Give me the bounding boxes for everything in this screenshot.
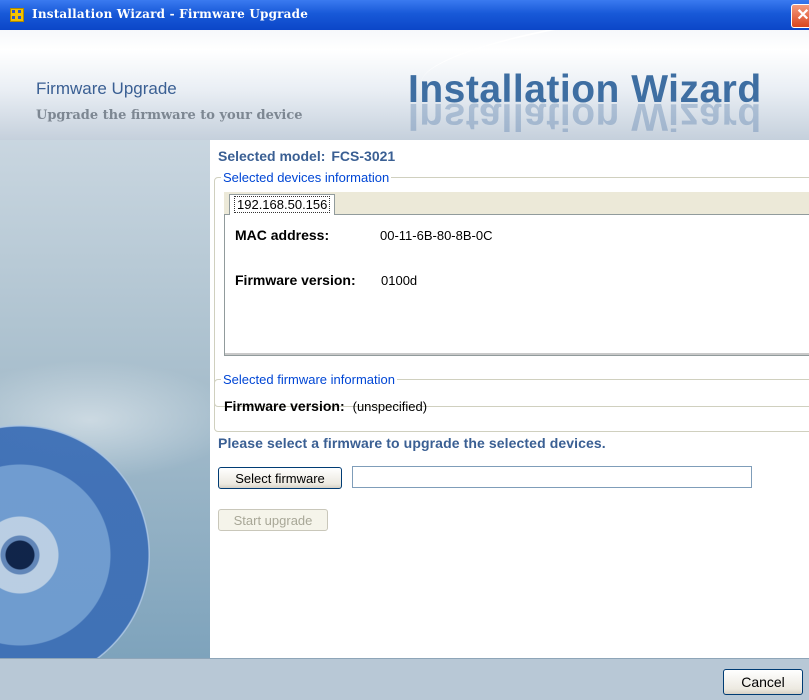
selected-firmware-row: Firmware version: (unspecified) <box>224 398 427 414</box>
selected-model-value: FCS-3021 <box>331 148 396 164</box>
footer-bar: Cancel <box>0 658 809 700</box>
main-content: Selected model: FCS-3021 Selected devices… <box>210 140 809 658</box>
device-firmware-row: Firmware version: 0100d <box>235 272 417 288</box>
device-tabstrip: 192.168.50.156 <box>224 192 809 215</box>
selected-firmware-legend: Selected firmware information <box>223 372 395 387</box>
select-firmware-button[interactable]: Select firmware <box>218 467 342 489</box>
select-firmware-prompt: Please select a firmware to upgrade the … <box>218 435 606 451</box>
page-title: Firmware Upgrade <box>36 79 177 98</box>
brand-reflection: Installation Wizard <box>408 100 762 132</box>
device-firmware-label: Firmware version: <box>235 272 356 288</box>
selected-firmware-label: Firmware version: <box>224 398 345 414</box>
selected-firmware-value: (unspecified) <box>352 399 428 414</box>
page-subtitle: Upgrade the firmware to your device <box>36 108 303 123</box>
firmware-path-field[interactable] <box>352 466 752 488</box>
device-firmware-value: 0100d <box>381 273 418 288</box>
header-banner: Firmware Upgrade Upgrade the firmware to… <box>0 30 809 140</box>
mac-label: MAC address: <box>235 227 330 243</box>
device-info-panel: MAC address: 00-11-6B-80-8B-0C Firmware … <box>224 215 809 356</box>
tab-label: 192.168.50.156 <box>234 196 331 213</box>
selected-devices-legend: Selected devices information <box>223 170 390 185</box>
selected-model: Selected model: FCS-3021 <box>218 148 395 164</box>
close-icon[interactable]: ✕ <box>791 4 809 28</box>
cancel-button[interactable]: Cancel <box>723 669 803 695</box>
start-upgrade-button[interactable]: Start upgrade <box>218 509 328 531</box>
app-icon <box>10 8 24 22</box>
window-title: Installation Wizard - Firmware Upgrade <box>32 7 309 21</box>
tab-device-192-168-50-156[interactable]: 192.168.50.156 <box>229 194 336 215</box>
left-decorative-panel <box>0 140 210 658</box>
mac-row: MAC address: 00-11-6B-80-8B-0C <box>235 227 492 243</box>
title-bar: Installation Wizard - Firmware Upgrade ✕ <box>0 0 809 30</box>
mac-value: 00-11-6B-80-8B-0C <box>380 228 493 243</box>
selected-model-label: Selected model: <box>218 148 326 164</box>
